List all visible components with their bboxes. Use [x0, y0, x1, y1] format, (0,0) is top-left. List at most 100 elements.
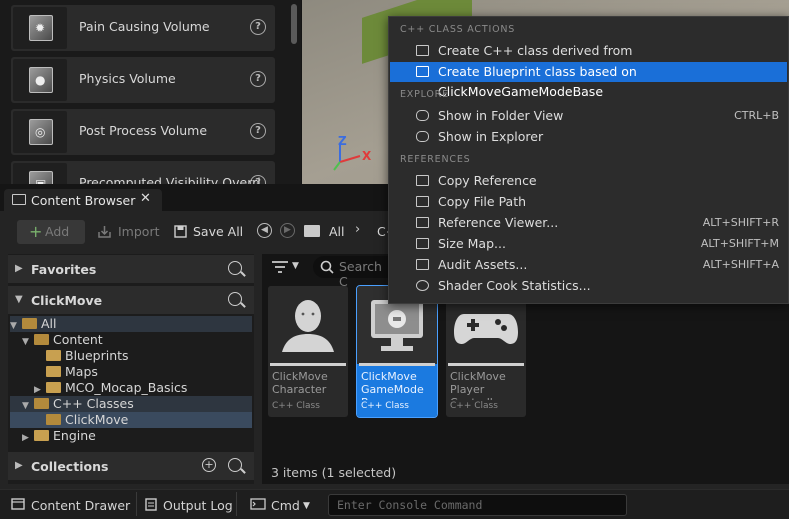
tree-label: Maps: [65, 364, 98, 379]
save-all-label: Save All: [193, 224, 244, 239]
search-placeholder: Search C: [339, 259, 382, 289]
tree-label: MCO_Mocap_Basics: [65, 380, 188, 395]
search-icon[interactable]: [228, 458, 242, 472]
collections-section[interactable]: ▶ Collections +: [8, 452, 254, 480]
asset-type: C++ Class: [450, 401, 498, 411]
help-icon[interactable]: ?: [250, 71, 266, 87]
menu-label: Show in Folder View: [438, 108, 564, 123]
tree-item-mco-mocap-basics[interactable]: ▶ MCO_Mocap_Basics: [34, 380, 187, 396]
asset-search-input[interactable]: Search C: [313, 256, 393, 289]
content-drawer-icon: [11, 498, 25, 510]
section-header-cpp: C++ CLASS ACTIONS: [400, 24, 516, 35]
import-label: Import: [118, 224, 160, 239]
tree-item-all[interactable]: ▼ All: [10, 316, 252, 332]
forward-arrow-icon[interactable]: ▶: [280, 223, 295, 238]
asset-tile-player-controller[interactable]: ClickMove Player Controller C++ Class: [446, 286, 526, 417]
menu-item-copy-file-path[interactable]: Copy File Path: [390, 192, 787, 212]
asset-type-stripe: [359, 363, 435, 366]
terminal-icon: [250, 498, 266, 510]
place-actor-post-process-volume[interactable]: ◎ Post Process Volume ?: [11, 109, 275, 155]
place-actor-pain-causing-volume[interactable]: ✹ Pain Causing Volume ?: [11, 5, 275, 51]
tree-item-clickmove[interactable]: ClickMove: [10, 412, 252, 428]
back-arrow-icon[interactable]: ◀: [257, 223, 272, 238]
console-input-wrapper: [328, 494, 627, 516]
tree-item-content[interactable]: ▼ Content: [22, 332, 103, 348]
close-icon[interactable]: ✕: [140, 191, 151, 206]
menu-label: Create Blueprint class based on ClickMov…: [438, 64, 637, 99]
tree-label: Engine: [53, 428, 96, 443]
shader-icon: [416, 280, 429, 291]
chevron-down-icon: ▼: [10, 321, 17, 331]
menu-label: Copy Reference: [438, 173, 537, 188]
place-actors-panel: ✹ Pain Causing Volume ? ● Physics Volume…: [0, 0, 290, 184]
menu-item-show-in-explorer[interactable]: Show in Explorer: [390, 127, 787, 147]
content-drawer-button[interactable]: Content Drawer: [31, 498, 130, 513]
output-log-icon: [145, 498, 157, 511]
tree-label: C++ Classes: [53, 396, 134, 411]
menu-item-create-blueprint-class[interactable]: Create Blueprint class based on ClickMov…: [390, 62, 787, 99]
actor-label: Post Process Volume: [79, 123, 208, 138]
import-button[interactable]: Import: [98, 220, 162, 244]
tree-item-maps[interactable]: Maps: [46, 364, 98, 380]
shortcut: ALT+SHIFT+A: [702, 258, 779, 271]
add-button[interactable]: + Add: [17, 220, 85, 244]
folder-icon: [34, 430, 49, 441]
menu-label: Size Map...: [438, 236, 506, 251]
console-command-input[interactable]: [329, 495, 626, 515]
folder-icon: [46, 350, 61, 361]
project-section[interactable]: ▼ ClickMove: [8, 286, 254, 314]
search-icon[interactable]: [228, 292, 242, 306]
filter-icon[interactable]: [272, 261, 288, 273]
tree-item-cpp-classes[interactable]: ▼ C++ Classes: [10, 396, 252, 412]
menu-label: Shader Cook Statistics...: [438, 278, 591, 293]
tree-item-engine[interactable]: ▶ Engine: [22, 428, 96, 444]
place-actors-scrollbar[interactable]: [289, 0, 301, 184]
help-icon[interactable]: ?: [250, 123, 266, 139]
tab-title: Content Browser: [31, 193, 136, 208]
actor-label: Physics Volume: [79, 71, 176, 86]
copy-icon: [416, 175, 429, 186]
place-actor-physics-volume[interactable]: ● Physics Volume ?: [11, 57, 275, 103]
folder-icon: [46, 382, 61, 393]
actor-label: Pain Causing Volume: [79, 19, 210, 34]
menu-item-create-cpp-class[interactable]: Create C++ class derived from ClickMoveG…: [390, 41, 787, 78]
favorites-section[interactable]: ▶ Favorites: [8, 255, 254, 283]
menu-label: Reference Viewer...: [438, 215, 559, 230]
breadcrumb-separator-icon[interactable]: ›: [355, 222, 360, 237]
folder-search-icon: [416, 131, 429, 142]
section-header-references: REFERENCES: [400, 154, 471, 165]
place-actor-visibility-volume[interactable]: ▣ Precomputed Visibility Overri ?: [11, 161, 275, 184]
breadcrumb-all[interactable]: All: [329, 224, 345, 239]
actor-label: Precomputed Visibility Overri: [79, 175, 261, 184]
menu-item-reference-viewer[interactable]: Reference Viewer... ALT+SHIFT+R: [390, 213, 787, 233]
help-icon[interactable]: ?: [250, 19, 266, 35]
tree-item-blueprints[interactable]: Blueprints: [46, 348, 129, 364]
asset-type: C++ Class: [272, 401, 320, 411]
collections-title: Collections: [31, 459, 109, 474]
menu-item-show-in-folder-view[interactable]: Show in Folder View CTRL+B: [390, 106, 787, 126]
output-log-button[interactable]: Output Log: [163, 498, 233, 513]
search-icon[interactable]: [228, 261, 242, 275]
asset-tile-character[interactable]: ClickMove Character C++ Class: [268, 286, 348, 417]
chevron-down-icon[interactable]: ▼: [303, 501, 310, 511]
chevron-down-icon[interactable]: ▼: [292, 261, 299, 271]
save-all-button[interactable]: Save All: [174, 220, 248, 244]
chevron-down-icon: ▼: [22, 337, 29, 347]
class-icon: [416, 45, 429, 56]
favorites-title: Favorites: [31, 262, 97, 277]
tree-label: Content: [53, 332, 103, 347]
cmd-dropdown[interactable]: Cmd: [271, 498, 300, 513]
divider: [236, 492, 237, 516]
menu-item-size-map[interactable]: Size Map... ALT+SHIFT+M: [390, 234, 787, 254]
menu-item-audit-assets[interactable]: Audit Assets... ALT+SHIFT+A: [390, 255, 787, 275]
folder-open-icon: [22, 318, 37, 329]
folder-icon: [46, 366, 61, 377]
help-icon[interactable]: ?: [250, 175, 266, 184]
menu-label: Show in Explorer: [438, 129, 544, 144]
chevron-down-icon: ▼: [15, 294, 23, 305]
tree-label: Blueprints: [65, 348, 129, 363]
asset-tile-gamemode[interactable]: ClickMove GameMode Base C++ Class: [356, 285, 438, 418]
menu-item-copy-reference[interactable]: Copy Reference: [390, 171, 787, 191]
add-collection-icon[interactable]: +: [202, 458, 216, 472]
menu-item-shader-cook-statistics[interactable]: Shader Cook Statistics...: [390, 276, 787, 296]
